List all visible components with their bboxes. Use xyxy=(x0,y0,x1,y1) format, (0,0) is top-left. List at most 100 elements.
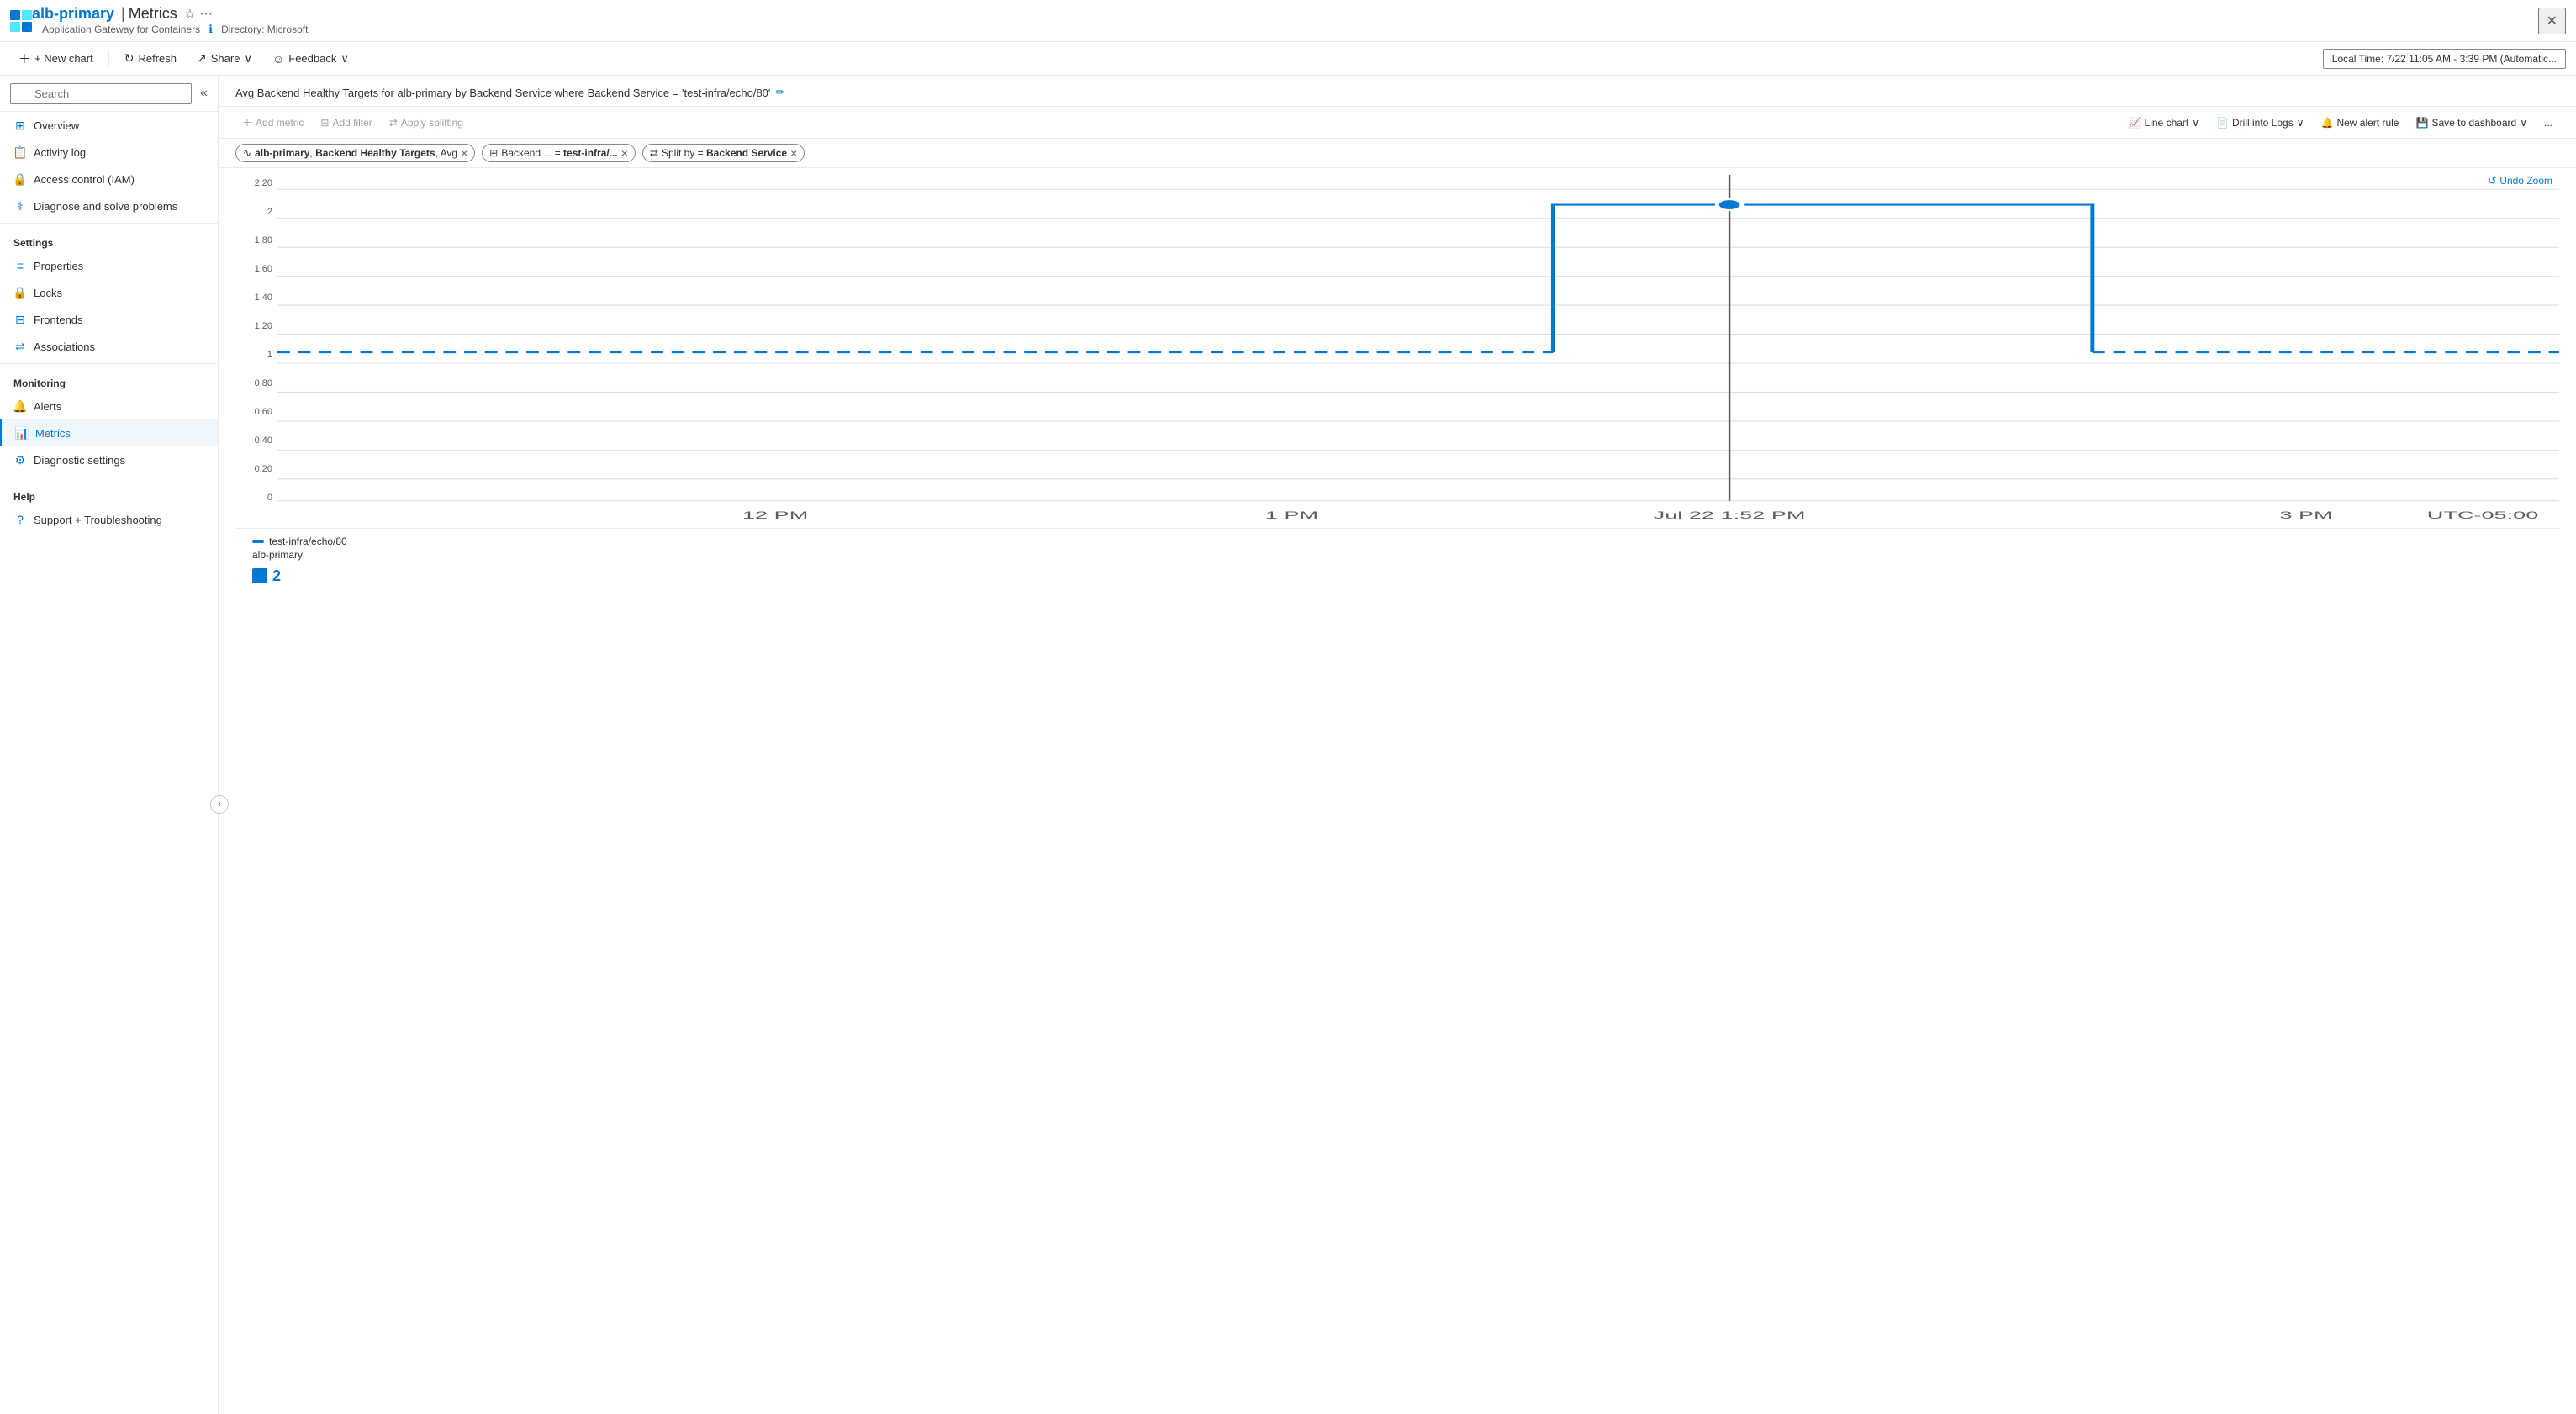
apply-splitting-button[interactable]: ⇄ Apply splitting xyxy=(383,113,470,132)
y-label-060: 0.60 xyxy=(235,407,277,417)
metric-chip-label: alb-primary, Backend Healthy Targets, Av… xyxy=(255,147,457,159)
split-chip-close[interactable]: × xyxy=(790,147,797,159)
new-chart-button[interactable]: ＋ + New chart xyxy=(10,47,102,71)
sidebar-item-iam[interactable]: 🔒 Access control (IAM) xyxy=(0,166,218,193)
sidebar-item-label: Diagnose and solve problems xyxy=(34,200,177,213)
new-alert-rule-button[interactable]: 🔔 New alert rule xyxy=(2315,113,2406,132)
legend-value: 2 xyxy=(272,567,281,585)
filter-chips-bar: ∿ alb-primary, Backend Healthy Targets, … xyxy=(219,139,2576,168)
more-label: ... xyxy=(2544,117,2552,129)
sidebar-item-label: Metrics xyxy=(35,427,71,440)
edit-icon[interactable]: ✏ xyxy=(775,86,784,99)
filter-chip-icon: ⊞ xyxy=(489,147,498,159)
toolbar-right: 📈 Line chart ∨ 📄 Drill into Logs ∨ 🔔 New… xyxy=(2122,113,2559,132)
sidebar-collapse-button[interactable]: « xyxy=(197,82,211,104)
iam-icon: 🔒 xyxy=(13,172,27,186)
y-label-020: 0.20 xyxy=(235,464,277,474)
chart-title: Avg Backend Healthy Targets for alb-prim… xyxy=(235,87,770,99)
line-chart-button[interactable]: 📈 Line chart ∨ xyxy=(2122,113,2206,132)
overview-icon: ⊞ xyxy=(13,119,27,132)
new-alert-rule-label: New alert rule xyxy=(2336,117,2399,129)
close-button[interactable]: ✕ xyxy=(2538,8,2566,34)
y-label-0: 0 xyxy=(235,493,277,503)
filter-chip-label: Backend ... = test-infra/... xyxy=(501,147,617,159)
content-area: Avg Backend Healthy Targets for alb-prim… xyxy=(219,76,2576,1414)
sidebar-item-diagnostic[interactable]: ⚙ Diagnostic settings xyxy=(0,446,218,473)
sidebar-item-diagnose[interactable]: ⚕ Diagnose and solve problems xyxy=(0,193,218,219)
app-page-name: Metrics xyxy=(129,5,177,23)
diagnose-icon: ⚕ xyxy=(13,199,27,213)
sidebar-item-label: Frontends xyxy=(34,314,83,326)
command-bar: ＋ + New chart ↻ Refresh ↗ Share ∨ ☺ Feed… xyxy=(0,42,2576,76)
drill-logs-label: Drill into Logs xyxy=(2232,117,2294,129)
sidebar-item-metrics[interactable]: 📊 Metrics xyxy=(0,419,218,446)
sidebar-item-label: Support + Troubleshooting xyxy=(34,514,162,526)
y-label-1: 1 xyxy=(235,350,277,360)
locks-icon: 🔒 xyxy=(13,286,27,299)
feedback-button[interactable]: ☺ Feedback ∨ xyxy=(264,49,357,69)
time-range-button[interactable]: Local Time: 7/22 11:05 AM - 3:39 PM (Aut… xyxy=(2323,49,2566,69)
sidebar-item-support[interactable]: ? Support + Troubleshooting xyxy=(0,506,218,533)
add-metric-button[interactable]: ＋ Add metric xyxy=(235,112,310,133)
y-axis: 2.20 2 1.80 1.60 1.40 1.20 1 0.80 0.60 0… xyxy=(235,175,277,528)
sidebar-item-label: Activity log xyxy=(34,146,86,159)
refresh-button[interactable]: ↻ Refresh xyxy=(116,48,185,69)
app-title-group: alb-primary | Metrics ☆ ··· Application … xyxy=(32,5,308,36)
feedback-icon: ☺ xyxy=(272,52,284,66)
sidebar-item-overview[interactable]: ⊞ Overview xyxy=(0,112,218,139)
more-button[interactable]: ... xyxy=(2537,113,2559,132)
associations-icon: ⇌ xyxy=(13,340,27,353)
search-input[interactable] xyxy=(10,83,192,104)
sidebar-item-frontends[interactable]: ⊟ Frontends xyxy=(0,306,218,333)
add-metric-label: Add metric xyxy=(256,117,304,129)
save-dashboard-button[interactable]: 💾 Save to dashboard ∨ xyxy=(2409,113,2534,132)
drill-logs-button[interactable]: 📄 Drill into Logs ∨ xyxy=(2209,113,2310,132)
sidebar-item-properties[interactable]: ≡ Properties xyxy=(0,252,218,279)
svg-text:3 PM: 3 PM xyxy=(2279,510,2332,521)
legend-value-box xyxy=(252,568,267,583)
alerts-icon: 🔔 xyxy=(13,399,27,413)
main-layout: « ⊞ Overview 📋 Activity log 🔒 Access con… xyxy=(0,76,2576,1414)
chart-area: ↺ Undo Zoom 2.20 2 1.80 1.60 1.40 1.20 1… xyxy=(219,168,2576,1414)
sidebar-item-label: Locks xyxy=(34,287,62,299)
sidebar-item-label: Associations xyxy=(34,340,95,353)
metric-chip-close[interactable]: × xyxy=(461,147,467,159)
add-filter-button[interactable]: ⊞ Add filter xyxy=(314,113,378,132)
sidebar-item-alerts[interactable]: 🔔 Alerts xyxy=(0,393,218,419)
y-label-140: 1.40 xyxy=(235,293,277,303)
sidebar-nav: ⊞ Overview 📋 Activity log 🔒 Access contr… xyxy=(0,112,218,533)
chart-svg-container: 12 PM 1 PM Jul 22 1:52 PM 3 PM UTC-05:00 xyxy=(277,175,2559,528)
filter-chip-close[interactable]: × xyxy=(621,147,628,159)
sidebar-item-activity-log[interactable]: 📋 Activity log xyxy=(0,139,218,166)
title-separator: | xyxy=(121,5,125,23)
svg-text:12 PM: 12 PM xyxy=(742,510,808,521)
favorite-icon[interactable]: ☆ xyxy=(184,6,196,23)
legend-item-2: alb-primary xyxy=(252,549,2542,561)
sidebar-item-label: Properties xyxy=(34,260,83,272)
feedback-chevron-icon: ∨ xyxy=(340,52,349,66)
chart-svg: 12 PM 1 PM Jul 22 1:52 PM 3 PM UTC-05:00 xyxy=(277,175,2559,528)
filter-icon: ⊞ xyxy=(320,117,329,129)
y-label-180: 1.80 xyxy=(235,235,277,245)
line-chart-label: Line chart xyxy=(2145,117,2189,129)
y-label-2: 2 xyxy=(235,207,277,217)
save-chevron-icon: ∨ xyxy=(2520,117,2527,129)
more-icon[interactable]: ··· xyxy=(199,7,213,22)
info-icon: ℹ xyxy=(209,23,213,36)
save-icon: 💾 xyxy=(2415,117,2428,129)
feedback-label: Feedback xyxy=(288,52,336,65)
sidebar-item-associations[interactable]: ⇌ Associations xyxy=(0,333,218,360)
line-chart-icon: 📈 xyxy=(2129,117,2141,129)
y-label-080: 0.80 xyxy=(235,378,277,388)
app-subtitle: Application Gateway for Containers xyxy=(42,24,200,35)
sidebar: « ⊞ Overview 📋 Activity log 🔒 Access con… xyxy=(0,76,219,1414)
y-label-220: 2.20 xyxy=(235,178,277,188)
share-button[interactable]: ↗ Share ∨ xyxy=(188,48,261,69)
metric-chip: ∿ alb-primary, Backend Healthy Targets, … xyxy=(235,144,475,162)
metrics-icon: 📊 xyxy=(15,426,29,440)
sidebar-item-locks[interactable]: 🔒 Locks xyxy=(0,279,218,306)
share-icon: ↗ xyxy=(197,51,207,66)
drill-logs-icon: 📄 xyxy=(2216,117,2229,129)
apply-splitting-label: Apply splitting xyxy=(401,117,463,129)
sidebar-toggle-button[interactable]: ‹ xyxy=(210,795,229,814)
